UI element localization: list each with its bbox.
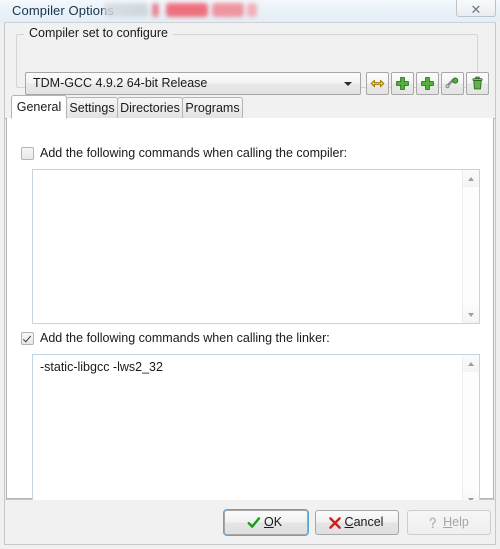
rename-compiler-set-button[interactable] [366, 72, 389, 95]
dialog-button-bar: OK Cancel Help [4, 500, 496, 545]
tab-page-general: Add the following commands when calling … [6, 118, 494, 509]
title-redacted-block [212, 3, 244, 17]
linker-textarea-scrollbar[interactable] [462, 355, 479, 508]
delete-compiler-set-button[interactable] [466, 72, 489, 95]
title-bar: Compiler Options ✕ [0, 0, 500, 22]
close-button[interactable]: ✕ [456, 0, 496, 17]
tab-programs[interactable]: Programs [182, 97, 243, 118]
configure-compiler-set-button[interactable] [441, 72, 464, 95]
scroll-up-icon[interactable] [463, 170, 479, 187]
tab-general[interactable]: General [11, 95, 67, 119]
scroll-down-icon[interactable] [463, 306, 479, 323]
help-button-label: Help [443, 515, 469, 529]
linker-commands-checkbox[interactable] [21, 332, 34, 345]
ok-button[interactable]: OK [223, 509, 309, 536]
compiler-commands-textarea[interactable] [32, 169, 480, 324]
compiler-options-dialog: Compiler Options ✕ Compiler set to confi… [0, 0, 500, 549]
compiler-commands-checkbox[interactable] [21, 147, 34, 160]
help-button: Help [407, 510, 491, 535]
tab-directories[interactable]: Directories [117, 97, 183, 118]
duplicate-compiler-set-button[interactable] [416, 72, 439, 95]
compiler-textarea-scrollbar[interactable] [462, 170, 479, 323]
title-redacted-block [247, 3, 257, 17]
title-redacted-block [166, 3, 208, 17]
compiler-set-combo-value: TDM-GCC 4.9.2 64-bit Release [33, 76, 208, 90]
cancel-button-label: Cancel [344, 515, 384, 529]
ok-accel-letter: O [263, 515, 274, 529]
ok-button-label: OK [263, 515, 283, 529]
window-title: Compiler Options [12, 3, 115, 18]
chevron-down-icon [344, 82, 352, 86]
tab-settings[interactable]: Settings [66, 97, 118, 118]
title-redacted-block [152, 3, 159, 17]
scroll-up-icon[interactable] [463, 355, 479, 372]
help-accel-letter: H [443, 515, 453, 529]
linker-commands-text: -static-libgcc -lws2_32 [40, 360, 163, 374]
title-redacted-block [104, 3, 148, 17]
cancel-accel-letter: C [344, 515, 354, 529]
add-compiler-set-button[interactable] [391, 72, 414, 95]
dialog-client-area: Compiler set to configure TDM-GCC 4.9.2 … [4, 22, 496, 509]
linker-commands-textarea[interactable]: -static-libgcc -lws2_32 [32, 354, 480, 509]
cancel-button[interactable]: Cancel [315, 510, 399, 535]
linker-commands-label: Add the following commands when calling … [40, 331, 330, 345]
compiler-set-combo[interactable]: TDM-GCC 4.9.2 64-bit Release [25, 72, 361, 95]
close-icon: ✕ [470, 2, 482, 17]
compiler-set-groupbox-label: Compiler set to configure [24, 26, 173, 40]
compiler-commands-label: Add the following commands when calling … [40, 146, 348, 160]
tab-strip: General Settings Directories Programs [5, 95, 495, 119]
